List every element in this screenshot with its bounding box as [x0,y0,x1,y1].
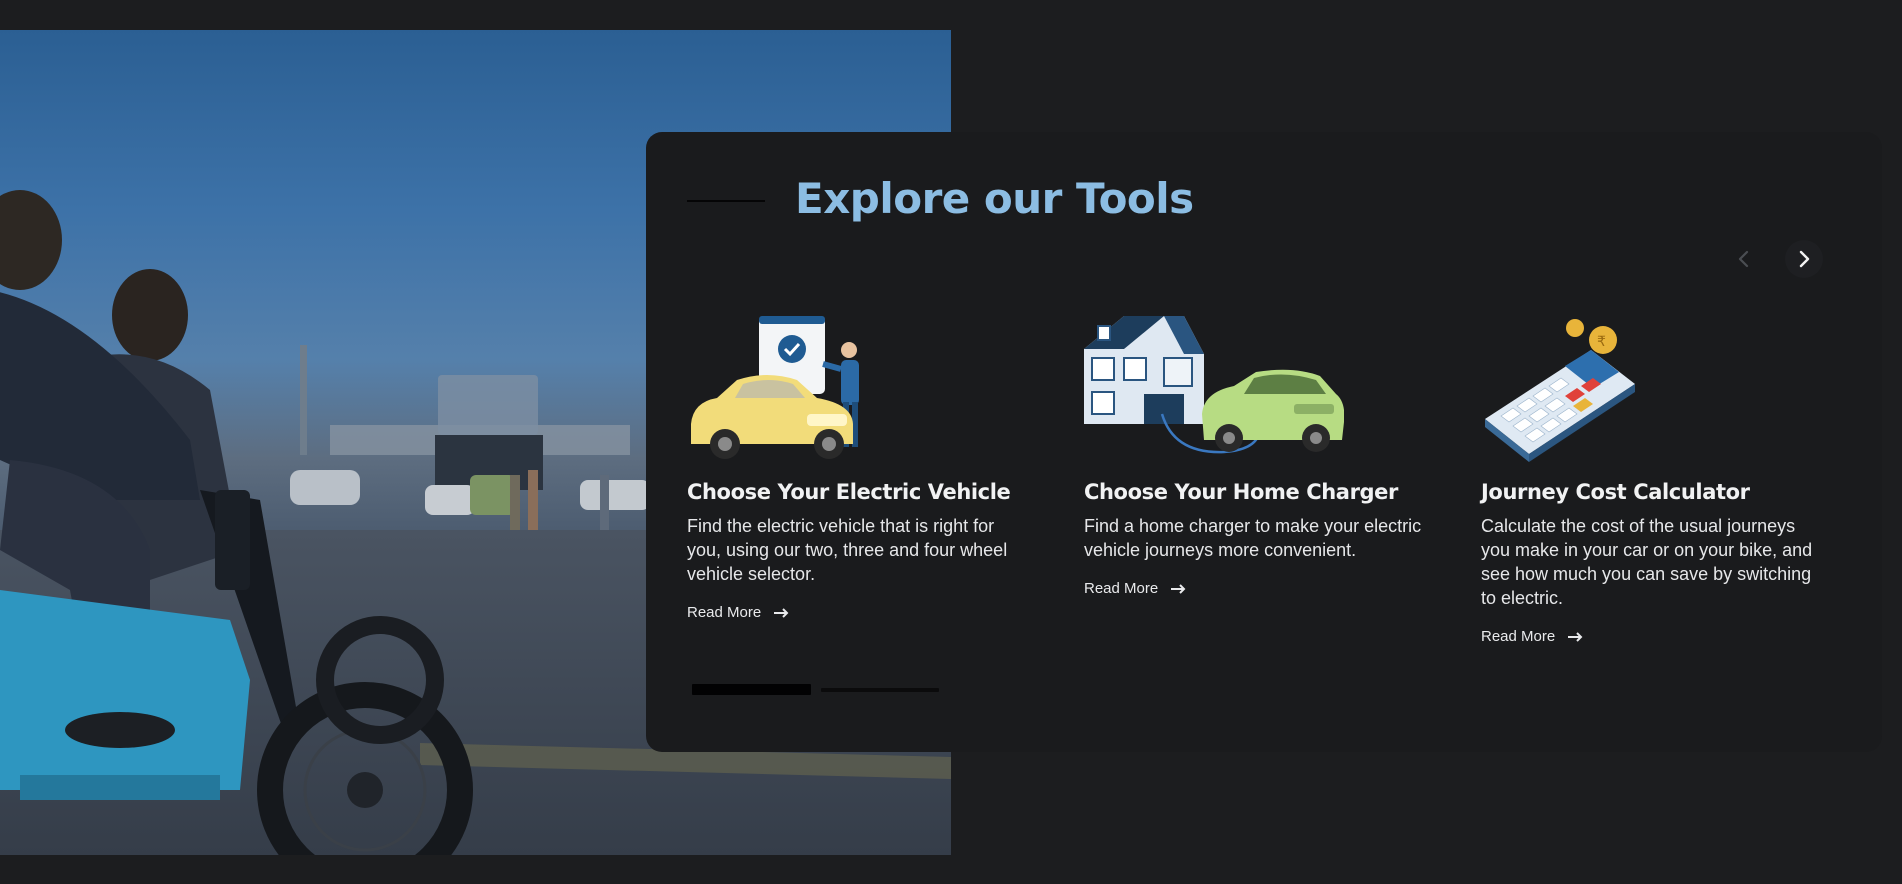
carousel-progress-active [692,684,811,695]
carousel-progress [692,684,939,695]
tool-title: Journey Cost Calculator [1481,480,1750,504]
tool-card-ev-selector: Choose Your Electric Vehicle Find the el… [687,314,1032,622]
section-title: Explore our Tools [795,173,1194,223]
read-more-label: Read More [1481,628,1556,645]
arrow-right-icon [1567,631,1583,642]
chevron-left-icon [1738,250,1749,268]
read-more-label: Read More [687,604,762,621]
read-more-link[interactable]: Read More [687,604,789,621]
tool-card-home-charger: Choose Your Home Charger Find a home cha… [1084,314,1429,598]
home-charger-illustration [1084,316,1344,454]
arrow-right-icon [1170,583,1186,594]
section-header: Explore our Tools [687,168,1194,228]
tools-section: Explore our Tools Choose Your Electric V… [646,132,1882,752]
tool-title: Choose Your Home Charger [1084,480,1398,504]
read-more-link[interactable]: Read More [1084,580,1186,597]
tool-description: Find the electric vehicle that is right … [687,516,1008,584]
read-more-link[interactable]: Read More [1481,628,1583,645]
tool-description: Calculate the cost of the usual journeys… [1481,516,1813,608]
carousel-next-button[interactable] [1785,240,1823,278]
carousel-progress-track [821,687,939,692]
ev-selector-illustration [691,316,859,459]
carousel-prev-button[interactable] [1725,240,1763,278]
arrow-right-icon [773,607,789,618]
tool-title: Choose Your Electric Vehicle [687,480,1011,504]
chevron-right-icon [1799,250,1810,268]
tool-description: Find a home charger to make your electri… [1084,516,1422,560]
read-more-label: Read More [1084,580,1159,597]
title-rule [687,200,765,202]
tool-card-cost-calculator: ₹ Journey Cost Calculator Calculate the … [1481,314,1826,646]
svg-text:₹: ₹ [1597,334,1606,350]
calculator-illustration: ₹ [1485,319,1635,462]
